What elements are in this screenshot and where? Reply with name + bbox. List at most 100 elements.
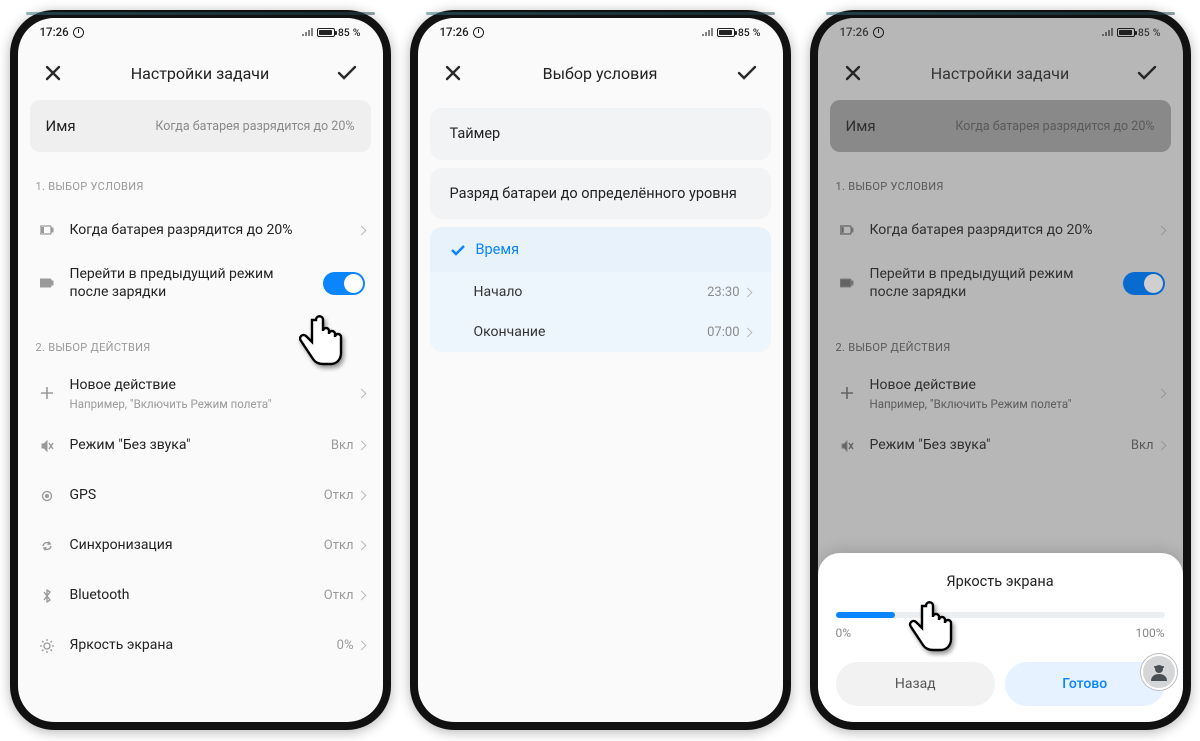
chevron-right-icon bbox=[742, 287, 752, 297]
name-label: Имя bbox=[846, 117, 876, 135]
chevron-right-icon bbox=[1156, 389, 1166, 399]
action-value: Вкл bbox=[1131, 438, 1154, 453]
action-value: Откл bbox=[324, 588, 354, 603]
battery-pct: 85 bbox=[338, 26, 350, 39]
battery-icon bbox=[317, 28, 335, 37]
status-bar: 17:26 85 % bbox=[18, 18, 383, 46]
screen-3: 17:26 85 % Настройки задачи Имя Когда б bbox=[818, 18, 1183, 722]
option-label: Время bbox=[476, 241, 520, 258]
battery-pct: 85 bbox=[1138, 26, 1150, 39]
slider-min: 0% bbox=[836, 626, 852, 640]
action-gps-row[interactable]: GPS Откл bbox=[30, 471, 371, 521]
add-action-label: Новое действие bbox=[70, 376, 346, 394]
action-sync-row[interactable]: Синхронизация Откл bbox=[30, 521, 371, 571]
confirm-button[interactable] bbox=[1130, 56, 1164, 90]
battery-full-icon bbox=[36, 277, 58, 289]
add-action-sub: Например, "Включить Режим полета" bbox=[870, 397, 1146, 411]
task-name-field[interactable]: Имя Когда батарея разрядится до 20% bbox=[30, 100, 371, 152]
battery-low-icon bbox=[36, 224, 58, 236]
action-brightness-row[interactable]: Яркость экрана 0% bbox=[30, 621, 371, 671]
sheet-cancel-button[interactable]: Назад bbox=[836, 662, 996, 706]
option-label: Разряд батареи до определённого уровня bbox=[450, 185, 737, 202]
status-time: 17:26 bbox=[440, 25, 469, 39]
alarm-icon bbox=[873, 27, 884, 38]
revert-row: Перейти в предыдущий режим после зарядки bbox=[830, 255, 1171, 311]
revert-toggle[interactable] bbox=[323, 272, 365, 295]
option-battery[interactable]: Разряд батареи до определённого уровня bbox=[430, 168, 771, 220]
name-value: Когда батарея разрядится до 20% bbox=[155, 119, 354, 134]
condition-label: Когда батарея разрядится до 20% bbox=[70, 221, 346, 239]
phone-2: 17:26 85 % Выбор условия Таймер bbox=[410, 10, 791, 730]
header: Настройки задачи bbox=[18, 46, 383, 100]
condition-row[interactable]: Когда батарея разрядится до 20% bbox=[30, 205, 371, 255]
close-button[interactable] bbox=[36, 56, 70, 90]
phone-1: 17:26 85 % Настройки задачи Имя Когда б bbox=[10, 10, 391, 730]
status-bar: 17:26 85 % bbox=[418, 18, 783, 46]
page-title: Настройки задачи bbox=[931, 64, 1070, 83]
option-timer[interactable]: Таймер bbox=[430, 108, 771, 160]
action-bluetooth-row[interactable]: Bluetooth Откл bbox=[30, 571, 371, 621]
action-value: Откл bbox=[324, 538, 354, 553]
task-name-field[interactable]: Имя Когда батарея разрядится до 20% bbox=[830, 100, 1171, 152]
watermark-avatar bbox=[1141, 654, 1177, 690]
option-label: Таймер bbox=[450, 125, 501, 142]
mute-icon bbox=[836, 439, 858, 453]
chevron-right-icon bbox=[742, 327, 752, 337]
confirm-button[interactable] bbox=[730, 56, 764, 90]
chevron-right-icon bbox=[356, 389, 366, 399]
battery-unit: % bbox=[1153, 26, 1161, 39]
add-action-row[interactable]: Новое действие Например, "Включить Режим… bbox=[30, 366, 371, 420]
screen-2: 17:26 85 % Выбор условия Таймер bbox=[418, 18, 783, 722]
condition-row[interactable]: Когда батарея разрядится до 20% bbox=[830, 205, 1171, 255]
action-label: Режим "Без звука" bbox=[70, 436, 319, 454]
action-label: Синхронизация bbox=[70, 536, 312, 554]
time-end-value: 07:00 bbox=[707, 325, 739, 340]
chevron-right-icon bbox=[356, 491, 366, 501]
status-time: 17:26 bbox=[40, 25, 69, 39]
chevron-right-icon bbox=[1156, 441, 1166, 451]
time-start-row[interactable]: Начало 23:30 bbox=[430, 272, 771, 312]
battery-unit: % bbox=[353, 26, 361, 39]
name-value: Когда батарея разрядится до 20% bbox=[955, 119, 1154, 134]
signal-icon bbox=[302, 28, 314, 36]
battery-icon bbox=[1117, 28, 1135, 37]
mute-icon bbox=[36, 439, 58, 453]
chevron-right-icon bbox=[356, 591, 366, 601]
signal-icon bbox=[1102, 28, 1114, 36]
option-time-selected[interactable]: Время bbox=[430, 227, 771, 272]
brightness-slider[interactable] bbox=[836, 612, 1165, 618]
time-start-label: Начало bbox=[474, 284, 523, 300]
action-value: 0% bbox=[337, 638, 354, 653]
confirm-button[interactable] bbox=[330, 56, 364, 90]
action-label: Bluetooth bbox=[70, 586, 312, 604]
battery-full-icon bbox=[836, 277, 858, 289]
status-bar: 17:26 85 % bbox=[818, 18, 1183, 46]
action-mute-row[interactable]: Режим "Без звука" Вкл bbox=[830, 421, 1171, 471]
screen-1: 17:26 85 % Настройки задачи Имя Когда б bbox=[18, 18, 383, 722]
section-condition-header: 1. ВЫБОР УСЛОВИЯ bbox=[830, 180, 1171, 205]
section-action-header: 2. ВЫБОР ДЕЙСТВИЯ bbox=[30, 341, 371, 366]
add-action-row[interactable]: Новое действие Например, "Включить Режим… bbox=[830, 366, 1171, 420]
page-title: Выбор условия bbox=[543, 64, 658, 83]
action-mute-row[interactable]: Режим "Без звука" Вкл bbox=[30, 421, 371, 471]
time-end-row[interactable]: Окончание 07:00 bbox=[430, 312, 771, 352]
alarm-icon bbox=[473, 27, 484, 38]
close-button[interactable] bbox=[436, 56, 470, 90]
battery-icon bbox=[717, 28, 735, 37]
condition-label: Когда батарея разрядится до 20% bbox=[870, 221, 1146, 239]
action-value: Вкл bbox=[331, 438, 354, 453]
action-value: Откл bbox=[324, 488, 354, 503]
add-action-label: Новое действие bbox=[870, 376, 1146, 394]
revert-toggle[interactable] bbox=[1123, 272, 1165, 295]
signal-icon bbox=[702, 28, 714, 36]
sheet-title: Яркость экрана bbox=[836, 573, 1165, 590]
close-button[interactable] bbox=[836, 56, 870, 90]
brightness-sheet: Яркость экрана 0% 100% Назад Готово bbox=[818, 553, 1183, 722]
time-end-label: Окончание bbox=[474, 324, 546, 340]
header: Настройки задачи bbox=[818, 46, 1183, 100]
add-action-sub: Например, "Включить Режим полета" bbox=[70, 397, 346, 411]
chevron-right-icon bbox=[356, 641, 366, 651]
chevron-right-icon bbox=[356, 541, 366, 551]
time-start-value: 23:30 bbox=[707, 285, 739, 300]
alarm-icon bbox=[73, 27, 84, 38]
